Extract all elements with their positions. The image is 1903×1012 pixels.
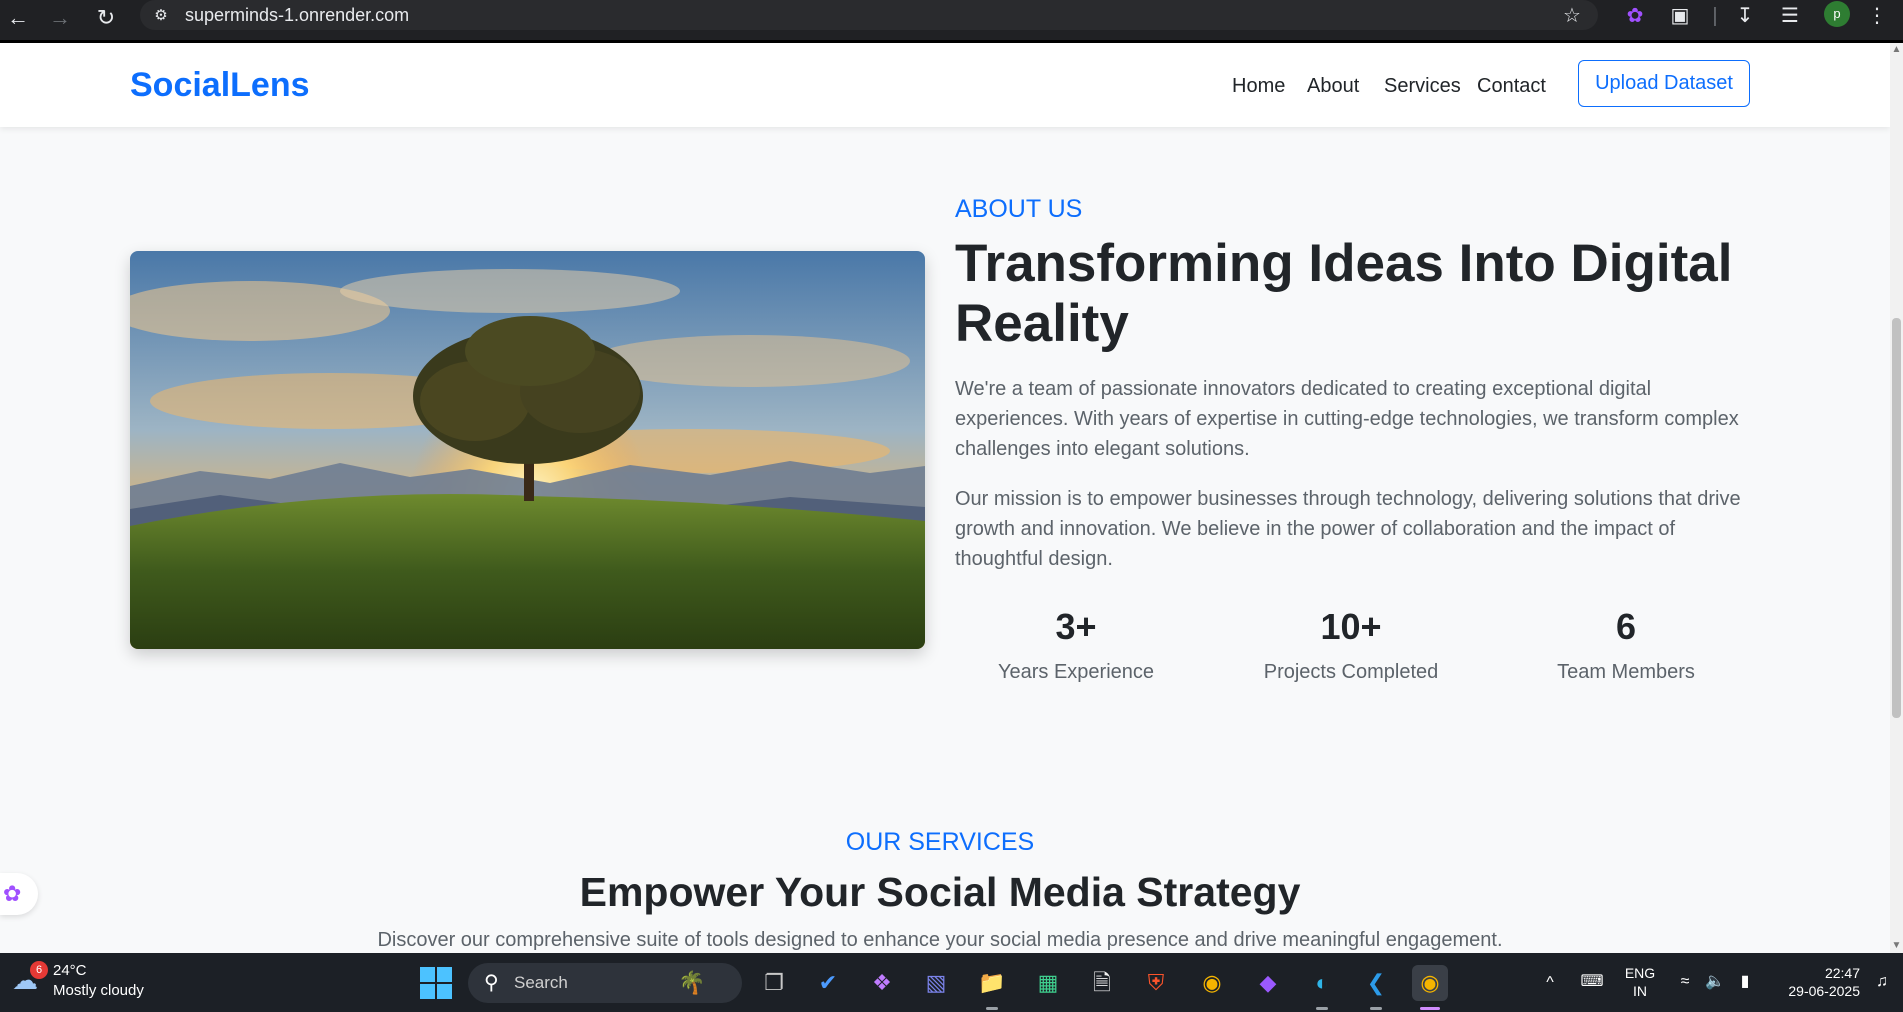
browser-toolbar: ← → ↻ ⚙ superminds-1.onrender.com ☆ ✿ ▣ …	[0, 0, 1903, 40]
about-eyebrow: ABOUT US	[955, 195, 1083, 223]
taskbar-search[interactable]: ⚲ Search 🌴	[468, 963, 742, 1003]
reload-icon[interactable]: ↻	[92, 4, 120, 32]
site-info-icon[interactable]: ⚙	[150, 5, 172, 27]
store-grid-icon[interactable]: ▦	[1030, 965, 1066, 1001]
search-highlight-icon: 🌴	[678, 970, 706, 995]
region-code: IN	[1633, 983, 1647, 999]
scroll-down-arrow-icon[interactable]: ▼	[1890, 939, 1903, 953]
system-clock[interactable]: 22:47 29-06-2025	[1770, 964, 1860, 1000]
brave-browser-icon[interactable]: ⛨	[1138, 965, 1174, 1001]
clock-time: 22:47	[1824, 965, 1860, 981]
about-hero-image	[130, 251, 925, 649]
chrome-profile-icon[interactable]: ◉	[1412, 965, 1448, 1001]
obsidian-icon[interactable]: ◆	[1250, 965, 1286, 1001]
nav-home[interactable]: Home	[1232, 73, 1285, 99]
extension-brain-icon[interactable]: ✿	[1620, 2, 1650, 30]
toolbar-divider: |	[1712, 5, 1718, 27]
search-icon: ⚲	[484, 972, 499, 994]
stat-label-projects: Projects Completed	[1263, 661, 1439, 683]
notifications-bell-icon[interactable]: ♫	[1870, 972, 1894, 992]
windows-logo-tile	[437, 967, 452, 982]
start-button[interactable]	[420, 967, 452, 999]
chrome-icon[interactable]: ◉	[1194, 965, 1230, 1001]
brand-logo[interactable]: SocialLens	[130, 65, 310, 105]
stat-value-years: 3+	[1055, 606, 1097, 647]
file-explorer-icon[interactable]: 📁	[974, 965, 1010, 1001]
search-placeholder: Search	[514, 973, 568, 992]
page-scrollbar[interactable]: ▲ ▼	[1890, 43, 1903, 953]
language-code: ENG	[1624, 965, 1656, 981]
about-title: Transforming Ideas Into Digital Reality	[955, 234, 1733, 353]
services-subtitle: Discover our comprehensive suite of tool…	[377, 929, 1503, 951]
url-text[interactable]: superminds-1.onrender.com	[185, 4, 409, 26]
battery-icon[interactable]: ▮	[1734, 972, 1756, 992]
windows-logo-tile	[420, 967, 435, 982]
profile-avatar[interactable]: p	[1824, 1, 1850, 27]
vscode-running-indicator	[1370, 1007, 1382, 1010]
nav-services[interactable]: Services	[1384, 73, 1461, 99]
media-controls-icon[interactable]: ☰	[1775, 2, 1805, 30]
tray-overflow-chevron-icon[interactable]: ^	[1540, 973, 1560, 993]
keyboard-icon[interactable]: ⌨	[1580, 972, 1604, 992]
site-header: SocialLens Home About Services Contact U…	[0, 43, 1890, 127]
services-title: Empower Your Social Media Strategy	[579, 869, 1301, 915]
windows-logo-tile	[420, 984, 435, 999]
services-eyebrow: OUR SERVICES	[845, 828, 1035, 856]
weather-badge: 6	[30, 961, 48, 979]
extensions-puzzle-icon[interactable]: ▣	[1665, 2, 1695, 30]
volume-icon[interactable]: 🔈	[1704, 972, 1726, 992]
stat-label-years: Years Experience	[997, 661, 1155, 683]
upload-dataset-button[interactable]: Upload Dataset	[1578, 60, 1750, 107]
download-icon[interactable]: ↧	[1730, 2, 1760, 30]
stat-value-team: 6	[1615, 606, 1637, 647]
scroll-up-arrow-icon[interactable]: ▲	[1890, 43, 1903, 57]
wifi-icon[interactable]: ≈	[1674, 972, 1696, 992]
notepad-icon[interactable]: 🗎	[1084, 965, 1120, 1001]
windows-taskbar: ☁ 6 24°C Mostly cloudy ⚲ Search 🌴 ❐ ✔ ❖ …	[0, 953, 1903, 1012]
nav-about[interactable]: About	[1307, 73, 1359, 99]
chrome-active-indicator	[1420, 1007, 1440, 1010]
edge-running-indicator	[1316, 1007, 1328, 1010]
windows-logo-tile	[437, 984, 452, 999]
brain-icon: ✿	[3, 881, 22, 906]
copilot-icon[interactable]: ❖	[864, 965, 900, 1001]
explorer-running-indicator	[986, 1007, 998, 1010]
language-indicator[interactable]: ENG IN	[1622, 964, 1658, 1000]
clock-date: 29-06-2025	[1788, 983, 1860, 999]
stat-label-team: Team Members	[1557, 661, 1695, 683]
about-paragraph-1: We're a team of passionate innovators de…	[955, 378, 1739, 460]
bookmark-star-icon[interactable]: ☆	[1557, 2, 1587, 30]
weather-temperature[interactable]: 24°C	[53, 962, 87, 980]
forward-icon[interactable]: →	[46, 4, 74, 32]
nav-contact[interactable]: Contact	[1477, 73, 1546, 99]
vscode-icon[interactable]: ❮	[1358, 965, 1394, 1001]
back-icon[interactable]: ←	[4, 4, 32, 32]
edge-icon[interactable]: ◐	[1304, 965, 1340, 1001]
weather-condition[interactable]: Mostly cloudy	[53, 982, 144, 1000]
todo-check-icon[interactable]: ✔	[810, 965, 846, 1001]
about-paragraph-2: Our mission is to empower businesses thr…	[955, 488, 1741, 570]
stat-value-projects: 10+	[1320, 606, 1382, 647]
teams-icon[interactable]: ▧	[918, 965, 954, 1001]
menu-kebab-icon[interactable]: ⋮	[1862, 2, 1892, 30]
task-view-icon[interactable]: ❐	[756, 965, 792, 1001]
scroll-thumb[interactable]	[1892, 318, 1901, 718]
